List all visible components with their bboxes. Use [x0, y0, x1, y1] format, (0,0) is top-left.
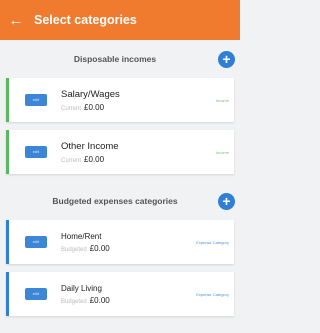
expense-item-amount-row: Budgeted £0.00 — [61, 244, 196, 253]
amount-value: £0.00 — [89, 243, 110, 253]
expense-tag: Expense Category — [196, 291, 229, 297]
amount-label: Budgeted — [61, 298, 87, 305]
add-income-button[interactable]: + — [218, 50, 235, 68]
income-item-name: Salary/Wages — [61, 88, 120, 100]
income-item-amount-row: Current £0.00 — [61, 155, 216, 164]
edit-chip-icon[interactable]: edit — [25, 94, 47, 106]
income-item-text: Salary/Wages Current £0.00 — [61, 89, 216, 112]
expense-section-title: Budgeted expenses categories — [52, 196, 178, 206]
expense-item-name: Home/Rent — [61, 231, 102, 241]
expense-item-amount-row: Budgeted £0.00 — [61, 296, 196, 305]
back-arrow-icon[interactable]: ← — [0, 12, 32, 29]
income-tag: Income — [215, 149, 229, 155]
income-item-other[interactable]: edit Other Income Current £0.00 Income — [6, 130, 234, 174]
page-title: Select categories — [34, 13, 137, 27]
income-section-title: Disposable incomes — [73, 54, 157, 64]
expense-item-text: Home/Rent Budgeted £0.00 — [61, 232, 196, 253]
expense-item-home-rent[interactable]: edit Home/Rent Budgeted £0.00 Expense Cat… — [6, 220, 234, 264]
income-tag: Income — [215, 97, 229, 103]
amount-value: £0.00 — [84, 102, 105, 112]
income-item-name: Other Income — [61, 140, 119, 152]
income-item-salary[interactable]: edit Salary/Wages Current £0.00 Income — [6, 78, 234, 122]
edit-chip-icon[interactable]: edit — [25, 288, 47, 300]
expense-tag: Expense Category — [196, 239, 229, 245]
expense-item-name: Daily Living — [61, 283, 102, 293]
edit-chip-icon[interactable]: edit — [25, 146, 47, 158]
expense-section-header: Budgeted expenses categories + — [0, 182, 240, 220]
edit-chip-icon[interactable]: edit — [25, 236, 47, 248]
amount-label: Budgeted — [61, 246, 87, 253]
amount-label: Current — [61, 105, 82, 112]
income-item-amount-row: Current £0.00 — [61, 103, 216, 112]
income-item-text: Other Income Current £0.00 — [61, 141, 216, 164]
add-expense-button[interactable]: + — [218, 192, 235, 210]
expense-item-text: Daily Living Budgeted £0.00 — [61, 284, 196, 305]
amount-value: £0.00 — [89, 295, 110, 305]
amount-label: Current — [61, 157, 82, 164]
app-header: ← Select categories — [0, 0, 240, 40]
expense-item-daily-living[interactable]: edit Daily Living Budgeted £0.00 Expense … — [6, 272, 234, 316]
income-section-header: Disposable incomes + — [0, 40, 240, 78]
amount-value: £0.00 — [84, 154, 105, 164]
